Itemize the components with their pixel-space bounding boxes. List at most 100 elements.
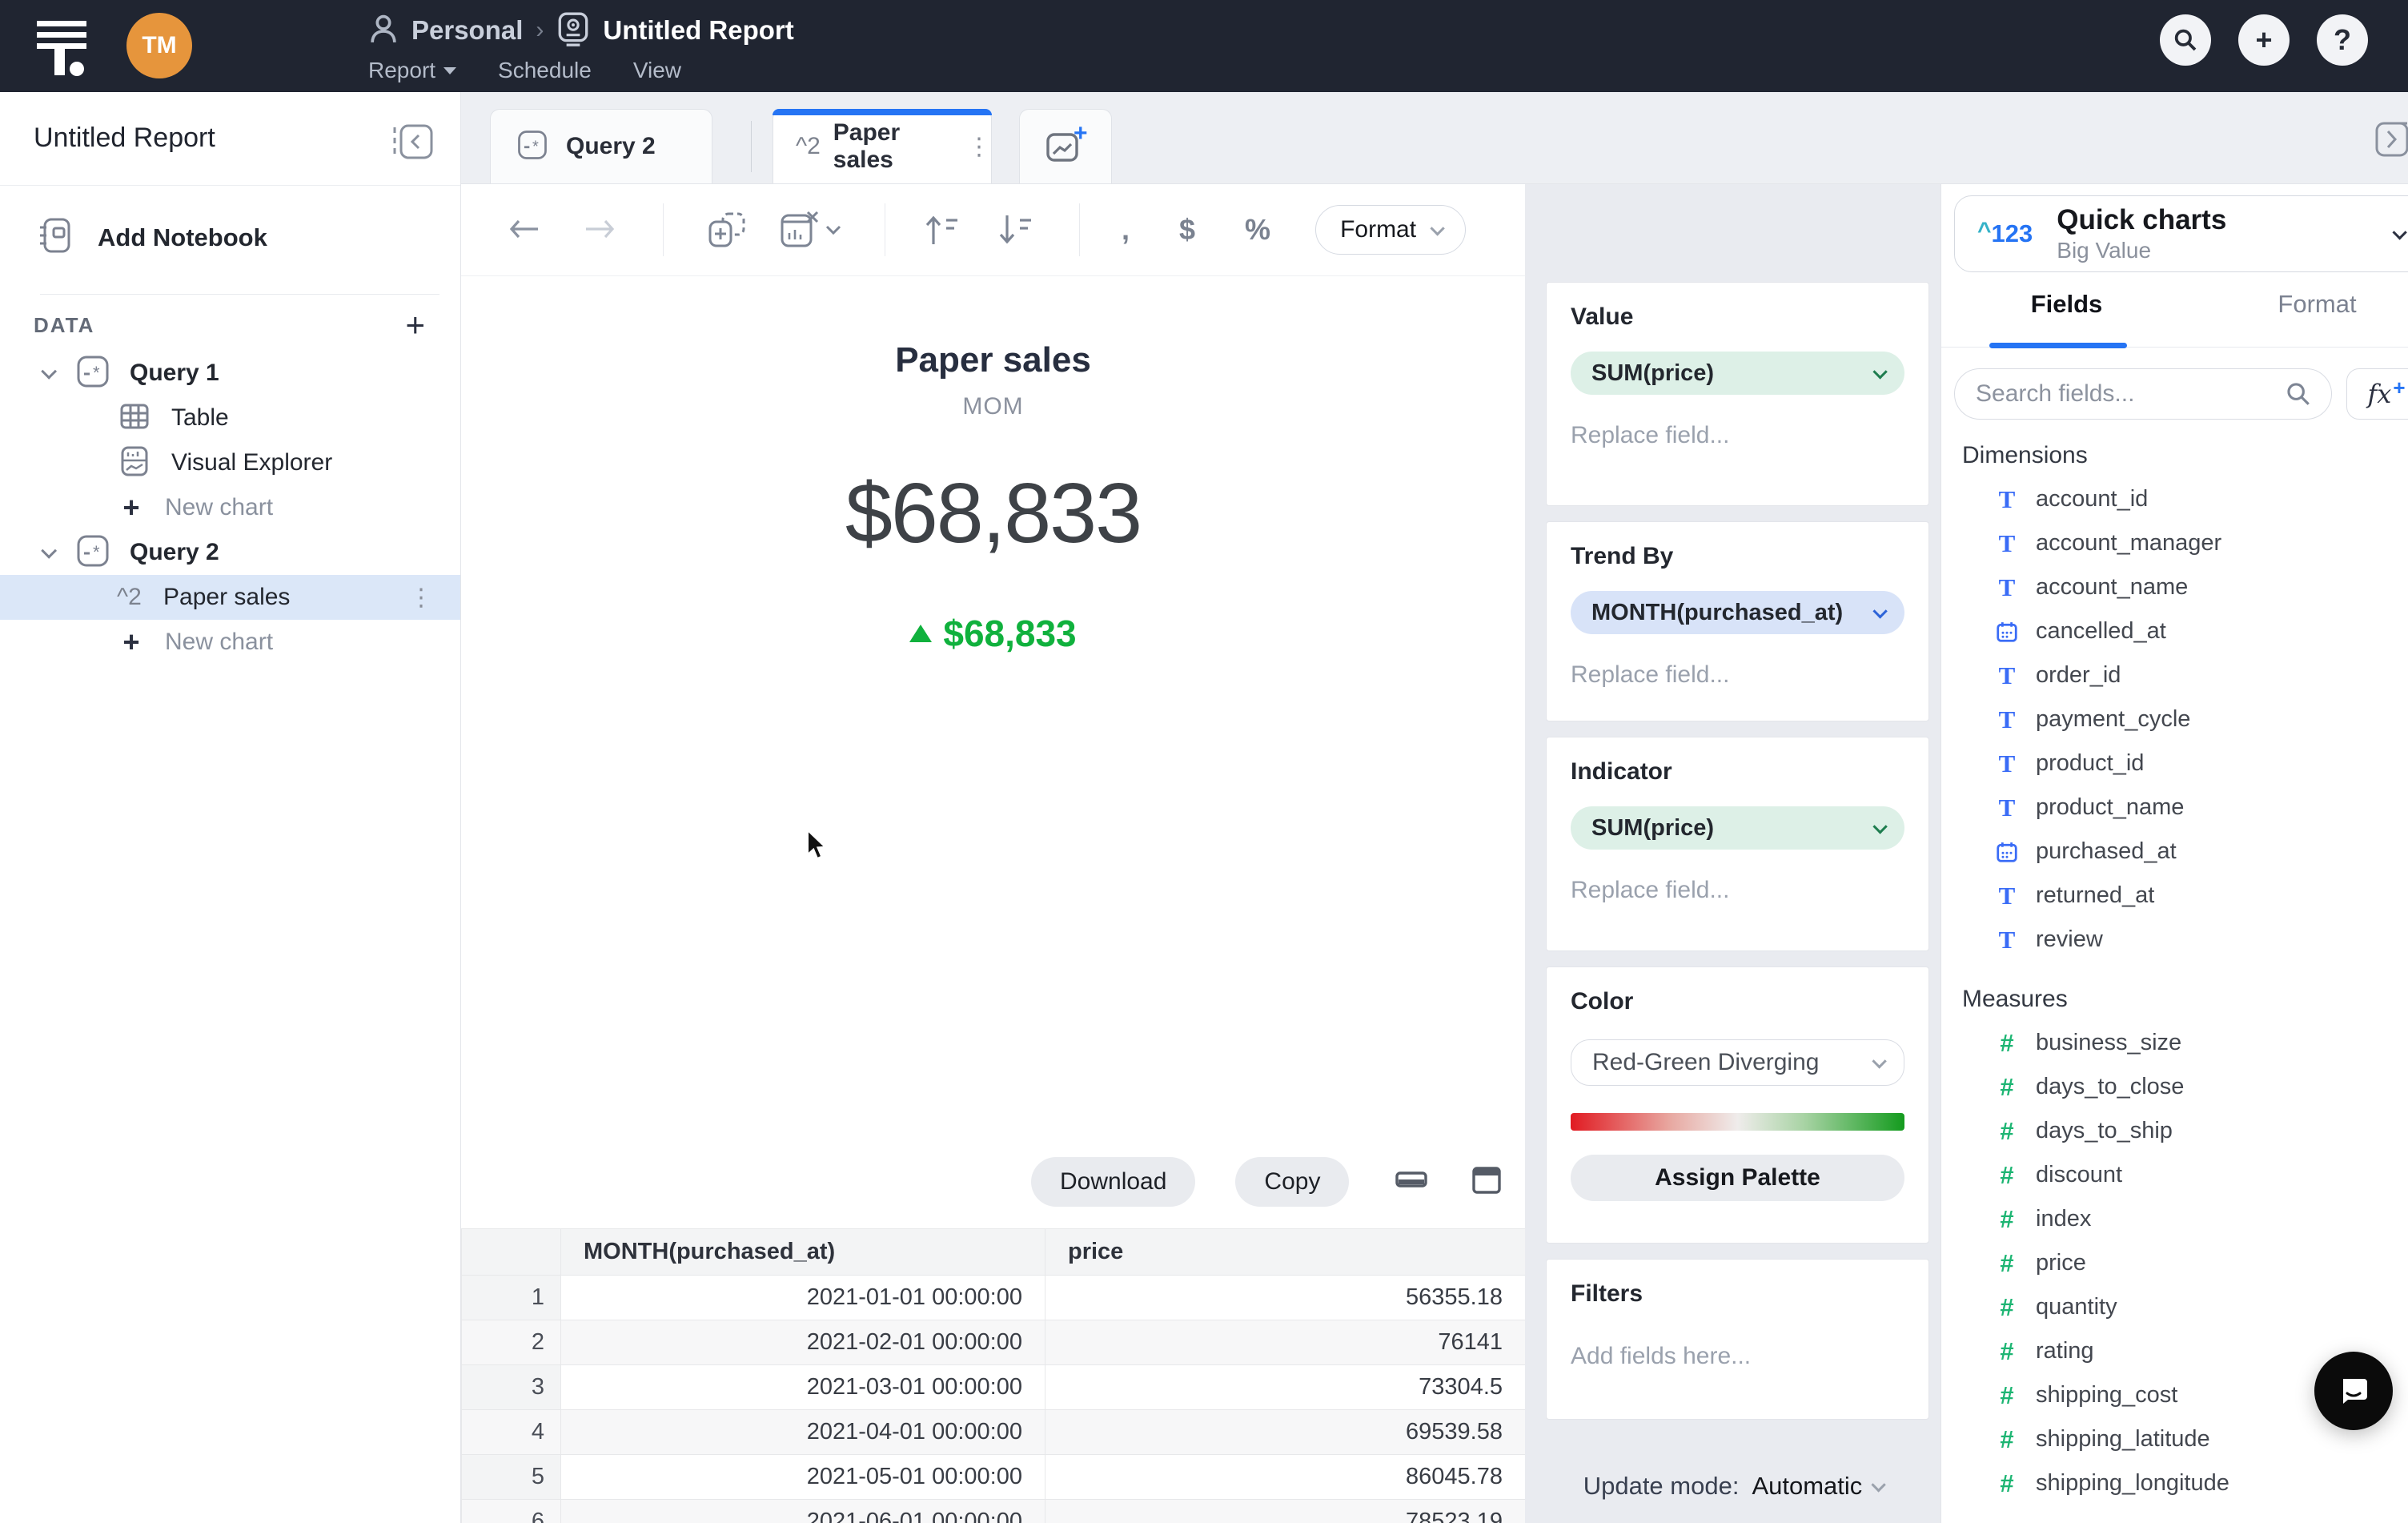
month-cell: 2021-06-01 00:00:00 [560,1499,1045,1523]
sidebar-item-query2[interactable]: * Query 2 [0,530,460,575]
measure-item[interactable]: # business_size [1941,1021,2408,1065]
search-button[interactable] [2160,14,2211,66]
currency-format-button[interactable]: $ [1179,213,1195,247]
sidebar-item-query1[interactable]: * Query 1 [0,351,460,396]
collapse-sidebar-icon[interactable] [390,121,436,167]
sidebar-item-table[interactable]: Table [0,396,460,440]
chevron-down-icon[interactable] [41,542,58,559]
svg-text:*: * [93,542,100,562]
dimension-item[interactable]: Tproduct_id [1941,741,2408,786]
redo-button[interactable] [581,216,616,243]
sort-ascending-button[interactable] [921,212,964,247]
plus-icon: + [122,491,140,524]
add-fields-dropzone[interactable]: Add fields here... [1571,1343,1904,1370]
palette-select[interactable]: Red-Green Diverging [1571,1039,1904,1086]
format-dropdown[interactable]: Format [1315,205,1467,255]
text-type-icon: T [1998,705,2016,733]
field-label: days_to_ship [2036,1118,2173,1143]
query-icon: * [74,532,112,574]
measure-item[interactable]: # index [1941,1197,2408,1241]
dimension-item[interactable]: cancelled_at [1941,609,2408,653]
dimension-item[interactable]: purchased_at [1941,830,2408,874]
chevron-down-icon [1872,1053,1887,1069]
duplicate-chart-button[interactable] [704,207,750,252]
dimension-item[interactable]: Taccount_manager [1941,521,2408,565]
trend-field-pill[interactable]: MONTH(purchased_at) [1571,591,1904,634]
sort-descending-button[interactable] [994,212,1037,247]
download-button[interactable]: Download [1031,1157,1196,1207]
tab-paper-sales[interactable]: ^2 Paper sales ⋮ [773,109,992,183]
sidebar-item-visual-explorer[interactable]: Visual Explorer [0,440,460,485]
breadcrumb-workspace[interactable]: Personal [411,15,523,46]
visual-explorer-icon [117,444,152,483]
undo-button[interactable] [508,216,543,243]
breadcrumb-report-title[interactable]: Untitled Report [603,15,793,46]
replace-field-dropzone[interactable]: Replace field... [1571,661,1904,689]
field-label: order_id [2036,662,2121,688]
chat-bubble-icon [2343,1379,2367,1404]
clear-chart-button[interactable] [777,207,845,252]
update-mode-select[interactable]: Automatic [1752,1472,1887,1501]
comma-format-button[interactable]: , [1122,213,1130,247]
tab-fields[interactable]: Fields [1941,290,2192,347]
number-type-icon: # [2000,1160,2014,1189]
chart-subtitle: MOM [962,393,1024,420]
price-column-header[interactable]: price [1045,1228,1525,1276]
dimension-item[interactable]: Taccount_id [1941,477,2408,521]
add-button[interactable]: + [2238,14,2290,66]
field-label: review [2036,926,2103,952]
replace-field-dropzone[interactable]: Replace field... [1571,877,1904,904]
kebab-menu-icon[interactable]: ⋮ [409,584,433,612]
tab-bar: * Query 2 ^2 Paper sales ⋮ + [461,92,2408,184]
month-column-header[interactable]: MONTH(purchased_at) [560,1228,1045,1276]
indicator-field-pill[interactable]: SUM(price) [1571,806,1904,850]
quick-charts-selector[interactable]: ^ 123 Quick charts Big Value [1954,195,2408,272]
dimension-item[interactable]: Tproduct_name [1941,786,2408,830]
copy-button[interactable]: Copy [1235,1157,1350,1207]
menu-view[interactable]: View [633,58,681,83]
avatar[interactable]: TM [126,13,192,78]
dimension-item[interactable]: Tpayment_cycle [1941,697,2408,741]
tree-item-label: Table [171,404,229,431]
measure-item[interactable]: # days_to_ship [1941,1109,2408,1153]
dimension-item[interactable]: Treview [1941,918,2408,962]
dimension-item[interactable]: Torder_id [1941,653,2408,697]
search-fields-input[interactable] [1976,380,2285,408]
collapse-table-icon[interactable] [1395,1167,1428,1198]
measure-item[interactable]: # days_to_close [1941,1065,2408,1109]
dimension-item[interactable]: Treturned_at [1941,874,2408,918]
add-notebook-button[interactable]: Add Notebook [37,215,460,260]
chat-widget-button[interactable] [2314,1352,2393,1430]
measure-item[interactable]: # discount [1941,1153,2408,1197]
percent-format-button[interactable]: % [1245,213,1270,247]
new-chart-tab-button[interactable]: + [1019,109,1112,183]
breadcrumb-separator: › [536,17,544,43]
sidebar-item-new-chart-1[interactable]: + New chart [0,485,460,530]
mode-logo-icon[interactable] [35,19,115,81]
help-button[interactable]: ? [2317,14,2368,66]
tab-format[interactable]: Format [2192,290,2408,347]
add-formula-button[interactable]: fx + [2346,368,2408,420]
menu-schedule[interactable]: Schedule [498,58,592,83]
measure-item[interactable]: # price [1941,1241,2408,1285]
measure-item[interactable]: # shipping_longitude [1941,1461,2408,1505]
text-type-icon: T [1998,573,2016,601]
sidebar-item-paper-sales[interactable]: ^2 Paper sales ⋮ [0,575,460,620]
add-data-button[interactable]: + [405,308,425,342]
assign-palette-button[interactable]: Assign Palette [1571,1155,1904,1201]
value-field-pill[interactable]: SUM(price) [1571,352,1904,395]
tab-query2[interactable]: * Query 2 [490,109,712,183]
chevron-down-icon[interactable] [41,363,58,380]
field-label: price [2036,1250,2086,1276]
replace-field-dropzone[interactable]: Replace field... [1571,422,1904,449]
expand-table-icon[interactable] [1472,1166,1502,1198]
search-fields-box[interactable] [1954,368,2332,420]
collapse-right-panel-icon[interactable] [2374,119,2408,163]
menu-report[interactable]: Report [368,58,457,83]
dimension-item[interactable]: Taccount_name [1941,565,2408,609]
kebab-menu-icon[interactable]: ⋮ [967,133,991,161]
measure-item[interactable]: # quantity [1941,1285,2408,1329]
sidebar-item-new-chart-2[interactable]: + New chart [0,620,460,665]
field-label: cancelled_at [2036,618,2166,644]
tree-item-label: Query 2 [130,539,219,565]
